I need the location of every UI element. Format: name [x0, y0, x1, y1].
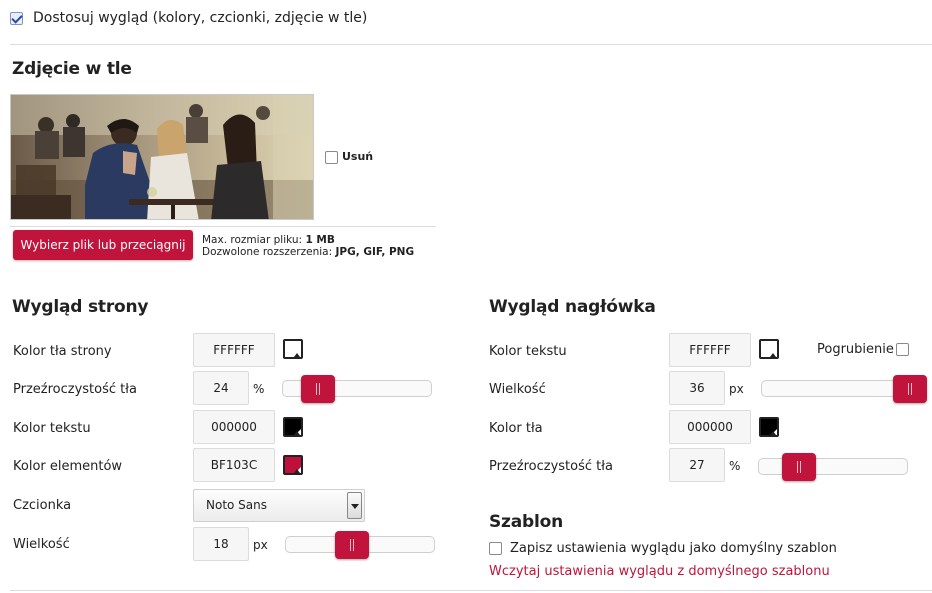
header-size-unit: px: [729, 382, 744, 396]
remove-photo-label: Usuń: [342, 150, 374, 163]
page-bg-opacity-label: Przeźroczystość tła: [13, 382, 137, 397]
load-template-link[interactable]: Wczytaj ustawienia wyglądu z domyślnego …: [489, 564, 830, 579]
page-element-color-label: Kolor elementów: [13, 459, 123, 474]
header-text-color-input[interactable]: FFFFFF: [669, 333, 751, 367]
header-bg-opacity-unit: %: [729, 459, 741, 473]
background-photo: [10, 94, 314, 220]
page-font-value: Noto Sans: [206, 498, 268, 512]
max-size-value: 1 MB: [305, 234, 335, 246]
save-template-label: Zapisz ustawienia wyglądu jako domyślny …: [510, 541, 837, 556]
header-bg-opacity-label: Przeźroczystość tła: [489, 459, 613, 474]
page-bg-opacity-input[interactable]: 24: [193, 371, 249, 405]
page-element-color-input[interactable]: BF103C: [193, 448, 275, 482]
header-bg-color-label: Kolor tła: [489, 421, 543, 436]
choose-file-button[interactable]: Wybierz plik lub przeciągnij: [13, 230, 193, 260]
save-template-checkbox[interactable]: [489, 542, 502, 555]
page-bg-color-swatch[interactable]: [283, 339, 303, 359]
header-bg-color-input[interactable]: 000000: [669, 410, 751, 444]
header-bg-color-swatch[interactable]: [759, 417, 779, 437]
page-size-label: Wielkość: [13, 537, 70, 552]
header-size-label: Wielkość: [489, 382, 546, 397]
header-text-color-label: Kolor tekstu: [489, 344, 567, 359]
header-look-title: Wygląd nagłówka: [489, 297, 656, 317]
page-text-color-swatch[interactable]: [283, 417, 303, 437]
page-size-handle[interactable]: [335, 531, 369, 559]
template-title: Szablon: [489, 512, 563, 532]
page-look-title: Wygląd strony: [12, 297, 149, 317]
max-size-label: Max. rozmiar pliku:: [202, 234, 303, 246]
customize-checkbox[interactable]: [10, 12, 23, 25]
header-text-color-swatch[interactable]: [759, 339, 779, 359]
extensions-label: Dozwolone rozszerzenia:: [202, 246, 333, 258]
header-size-handle[interactable]: [893, 375, 927, 403]
chevron-down-icon[interactable]: [347, 492, 362, 519]
divider-photo: [10, 226, 436, 227]
page-element-color-swatch[interactable]: [283, 455, 303, 475]
page-bg-color-label: Kolor tła strony: [13, 344, 112, 359]
page-bg-opacity-unit: %: [253, 382, 265, 396]
background-title: Zdjęcie w tle: [12, 59, 132, 79]
divider-bottom: [10, 590, 932, 591]
header-bg-opacity-input[interactable]: 27: [669, 448, 725, 482]
header-size-input[interactable]: 36: [669, 371, 725, 405]
extensions-info: Dozwolone rozszerzenia: JPG, GIF, PNG: [202, 246, 414, 259]
extensions-value: JPG, GIF, PNG: [335, 246, 415, 258]
remove-photo-checkbox[interactable]: [325, 151, 338, 164]
page-text-color-input[interactable]: 000000: [193, 410, 275, 444]
header-bg-opacity-slider[interactable]: [758, 458, 908, 475]
customize-label: Dostosuj wygląd (kolory, czcionki, zdjęc…: [33, 10, 368, 26]
background-photo-image: [11, 95, 313, 219]
page-bg-opacity-handle[interactable]: [301, 375, 335, 403]
page-text-color-label: Kolor tekstu: [13, 421, 91, 436]
page-size-input[interactable]: 18: [193, 527, 249, 561]
page-font-label: Czcionka: [13, 498, 72, 513]
page-font-select[interactable]: Noto Sans: [193, 489, 365, 522]
divider-top: [10, 44, 932, 45]
header-bold-checkbox[interactable]: [896, 343, 909, 356]
page-size-unit: px: [253, 538, 268, 552]
header-bold-label: Pogrubienie: [817, 342, 894, 357]
header-bg-opacity-handle[interactable]: [782, 453, 816, 481]
page-bg-color-input[interactable]: FFFFFF: [193, 333, 275, 367]
